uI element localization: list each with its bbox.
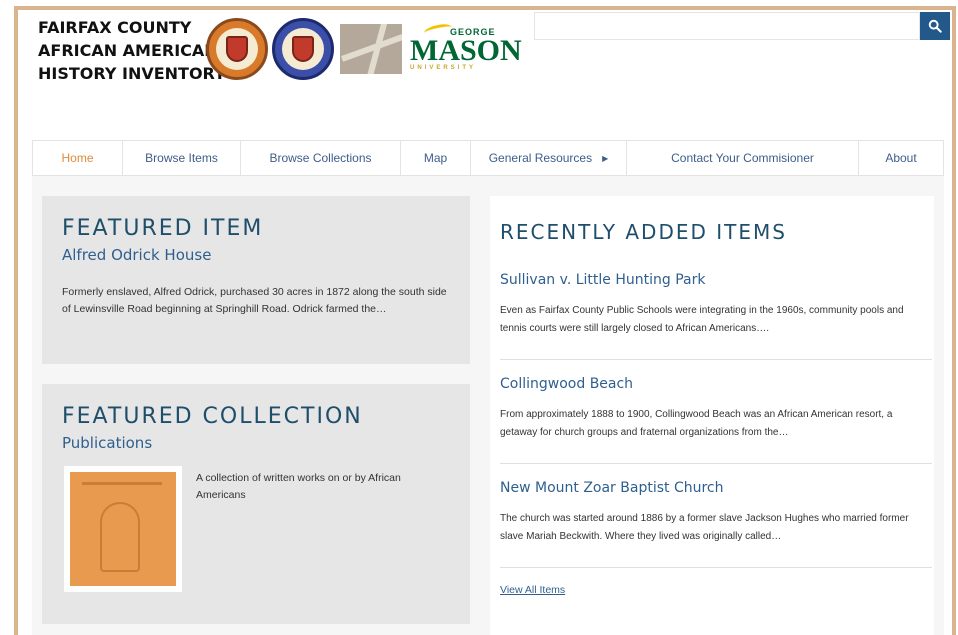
page-frame: FAIRFAX COUNTY AFRICAN AMERICAN HISTORY … — [14, 6, 956, 635]
featured-collection-heading: FEATURED COLLECTION — [62, 404, 363, 429]
nav-general-resources-label: General Resources — [488, 151, 593, 165]
collection-thumbnail[interactable] — [64, 466, 182, 592]
recently-added-heading: RECENTLY ADDED ITEMS — [500, 220, 787, 244]
nav-map[interactable]: Map — [401, 141, 471, 175]
nav-about[interactable]: About — [859, 141, 943, 175]
nav-general-resources[interactable]: General Resources ▶ — [471, 141, 627, 175]
county-seal-logo — [272, 18, 334, 80]
nav-browse-items[interactable]: Browse Items — [123, 141, 241, 175]
search-icon — [928, 19, 942, 33]
nav-browse-collections[interactable]: Browse Collections — [241, 141, 401, 175]
nav-contact-commissioner[interactable]: Contact Your Commisioner — [627, 141, 859, 175]
recent-item-title[interactable]: Sullivan v. Little Hunting Park — [500, 272, 932, 288]
site-title-line-2: AFRICAN AMERICAN — [38, 41, 218, 60]
main-nav: Home Browse Items Browse Collections Map… — [32, 140, 944, 176]
fairfax-county-seal-logo — [206, 18, 268, 80]
featured-item-title[interactable]: Alfred Odrick House — [62, 246, 211, 264]
logo-strip: GEORGE MASON UNIVERSITY — [206, 16, 522, 82]
site-title[interactable]: FAIRFAX COUNTY AFRICAN AMERICAN HISTORY … — [38, 16, 226, 85]
recent-item: New Mount Zoar Baptist Church The church… — [500, 480, 932, 568]
view-all-items-link[interactable]: View All Items — [500, 584, 565, 596]
recent-item-text: The church was started around 1886 by a … — [500, 513, 909, 542]
featured-item-heading: FEATURED ITEM — [62, 216, 264, 241]
featured-collection-title[interactable]: Publications — [62, 434, 152, 452]
recent-item: Collingwood Beach From approximately 188… — [500, 376, 932, 464]
featured-collection-panel: FEATURED COLLECTION Publications A colle… — [42, 384, 470, 624]
site-title-line-1: FAIRFAX COUNTY — [38, 18, 192, 37]
search-bar — [534, 12, 952, 42]
site-title-line-3: HISTORY INVENTORY — [38, 64, 226, 83]
featured-collection-text: A collection of written works on or by A… — [196, 472, 401, 501]
recent-item: Sullivan v. Little Hunting Park Even as … — [500, 272, 932, 360]
nav-home[interactable]: Home — [33, 141, 123, 175]
search-button[interactable] — [920, 12, 950, 40]
recently-added-section: RECENTLY ADDED ITEMS Sullivan v. Little … — [490, 196, 934, 635]
main-content: FEATURED ITEM Alfred Odrick House Former… — [32, 176, 944, 635]
recent-item-text: From approximately 1888 to 1900, Colling… — [500, 409, 893, 438]
george-mason-logo: GEORGE MASON UNIVERSITY — [410, 22, 522, 71]
featured-item-panel: FEATURED ITEM Alfred Odrick House Former… — [42, 196, 470, 364]
recent-item-title[interactable]: New Mount Zoar Baptist Church — [500, 480, 932, 496]
recent-item-title[interactable]: Collingwood Beach — [500, 376, 932, 392]
map-logo — [340, 24, 402, 74]
caret-right-icon: ▶ — [602, 153, 609, 163]
recent-item-text: Even as Fairfax County Public Schools we… — [500, 305, 904, 334]
search-input[interactable] — [534, 12, 920, 40]
featured-item-text: Formerly enslaved, Alfred Odrick, purcha… — [62, 286, 447, 315]
